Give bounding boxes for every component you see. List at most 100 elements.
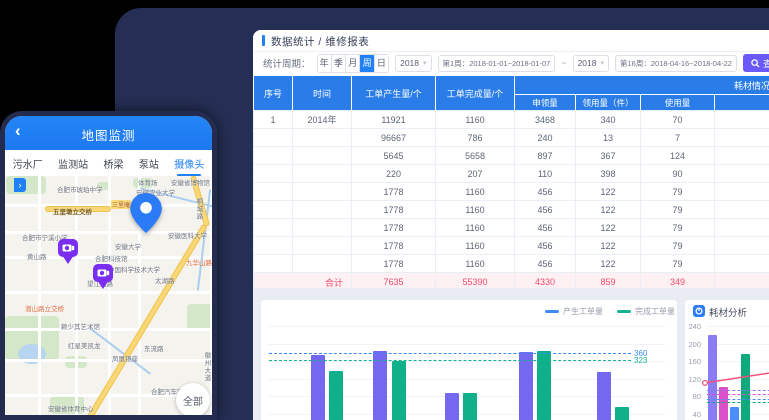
legend-item[interactable]: 产生工单量 (545, 306, 603, 317)
phone-tab-污水厂[interactable]: 污水厂 (13, 152, 43, 175)
table-cell: 897 (515, 147, 576, 165)
col-header: 时间 (293, 76, 352, 111)
table-row: 177811604561227967 (254, 183, 769, 201)
phone-header: ‹ 地图监测 (5, 116, 212, 150)
col-header: 工单完成量/个 (436, 76, 515, 111)
period-label: 统计周期： (263, 56, 311, 70)
map-label: 凤凰银座 (112, 353, 138, 363)
map-label: 徽州大道 (201, 352, 211, 382)
year-to-select[interactable]: 2018 (573, 55, 609, 72)
map-label: 五里墩立交桥 (53, 206, 92, 216)
bar-completed[interactable] (463, 393, 477, 420)
range-separator: ~ (561, 58, 566, 68)
dashboard-card: 数据统计 / 维修报表 统计周期： 年季月周日 2018 第1周：2018-01… (253, 30, 769, 420)
table-cell: 129 (715, 147, 769, 165)
map-label: 合肥科技馆 (95, 253, 128, 263)
table-cell: 398 (576, 165, 641, 183)
filter-bar: 统计周期： 年季月周日 2018 第1周：2018-01-01~2018-01-… (253, 51, 769, 75)
phone-tab-桥梁[interactable]: 桥梁 (103, 152, 123, 175)
map-label: 三里庵 (111, 200, 131, 209)
gridline (269, 326, 665, 327)
bar-created[interactable] (311, 355, 325, 420)
table-cell: 110 (515, 165, 576, 183)
sub-header: 申领量 (515, 95, 576, 111)
period-option[interactable]: 周 (360, 55, 374, 72)
table-cell: 1778 (352, 237, 436, 255)
screenshot-stage: 数据统计 / 维修报表 统计周期： 年季月周日 2018 第1周：2018-01… (0, 0, 769, 420)
table-cell (254, 255, 293, 273)
query-button[interactable]: 查询 (743, 54, 769, 72)
table-cell: 79 (641, 183, 715, 201)
legend-label: 完成工单量 (635, 306, 675, 317)
sub-header: 使用量 (641, 95, 715, 111)
phone-tab-摄像头[interactable]: 摄像头 (174, 152, 204, 175)
bar-completed[interactable] (615, 407, 629, 420)
period-option[interactable]: 日 (375, 55, 388, 72)
period-option[interactable]: 季 (332, 55, 346, 72)
table-cell: 786 (436, 129, 515, 147)
table-cell: 220 (352, 165, 436, 183)
table-cell: 122 (576, 201, 641, 219)
trend-line-layer (693, 300, 769, 420)
period-option[interactable]: 月 (346, 55, 360, 72)
table-cell (293, 165, 352, 183)
legend-item[interactable]: 完成工单量 (617, 306, 675, 317)
range-to-input[interactable]: 第16周：2018-04-16~2018-04-22 (615, 55, 737, 72)
table-cell: 1778 (352, 255, 436, 273)
range-from-input[interactable]: 第1周：2018-01-01~2018-01-07 (438, 55, 556, 72)
map-canvas[interactable]: 合肥市琥珀中学体育场安徽农业大学安徽省博物馆五里墩立交桥三里庵合肥市宁溪小学黄山… (5, 176, 212, 415)
table-cell: 79 (641, 201, 715, 219)
table-cell: 1778 (352, 219, 436, 237)
table-cell: 1160 (436, 111, 515, 129)
map-label: 安徽省体育中心 (48, 403, 94, 413)
table-cell: 207 (436, 165, 515, 183)
bar-completed[interactable] (329, 371, 343, 420)
phone-tab-监测站[interactable]: 监测站 (58, 152, 88, 175)
breadcrumb: 数据统计 / 维修报表 (253, 30, 769, 52)
table-row: 177811604561227967 (254, 219, 769, 237)
map-label: 红星美凯龙 (68, 340, 101, 350)
table-cell: 1778 (352, 183, 436, 201)
table-cell: 67 (715, 183, 769, 201)
selected-pin-marker[interactable] (130, 193, 162, 238)
table-row: 177811604561227967 (254, 201, 769, 219)
year-from-select[interactable]: 2018 (395, 55, 431, 72)
table-cell: 456 (515, 219, 576, 237)
bar-completed[interactable] (537, 351, 551, 420)
show-all-button[interactable]: 全部 (176, 383, 210, 415)
table-row: 177811604561227967 (254, 255, 769, 273)
bar-completed[interactable] (392, 361, 406, 420)
table-cell: 1160 (436, 219, 515, 237)
table-cell: 67 (715, 201, 769, 219)
table-cell: 122 (576, 219, 641, 237)
phone-tab-泵站[interactable]: 泵站 (139, 152, 159, 175)
bar-created[interactable] (445, 393, 459, 420)
table-row: 96667786240137690 (254, 129, 769, 147)
table-cell (254, 237, 293, 255)
table-cell: 250 (715, 111, 769, 129)
left-chart-legend: 产生工单量 完成工单量 (545, 306, 675, 317)
bar-created[interactable] (519, 352, 533, 420)
map-label: 安徽省博物馆 (171, 177, 210, 187)
table-cell (293, 147, 352, 165)
period-option[interactable]: 年 (318, 55, 332, 72)
table-cell: 1778 (352, 201, 436, 219)
table-cell: 367 (576, 147, 641, 165)
table-cell: 19 (715, 165, 769, 183)
legend-dash (617, 310, 631, 313)
table-cell: 67 (715, 255, 769, 273)
table-cell: 456 (515, 255, 576, 273)
bar-created[interactable] (597, 372, 611, 420)
table-cell: 122 (576, 255, 641, 273)
map-label: 安徽大学 (115, 241, 141, 251)
camera-marker[interactable] (93, 264, 113, 295)
map-label: 安徽医科大学 (168, 230, 207, 240)
map-expander-button[interactable]: › (14, 178, 26, 192)
road (38, 176, 41, 415)
bar-created[interactable] (373, 351, 387, 420)
period-segmented-control[interactable]: 年季月周日 (317, 54, 390, 73)
col-header: 工单产生量/个 (352, 76, 436, 111)
table-cell (293, 255, 352, 273)
park-area (187, 304, 212, 330)
camera-marker[interactable] (58, 239, 78, 270)
